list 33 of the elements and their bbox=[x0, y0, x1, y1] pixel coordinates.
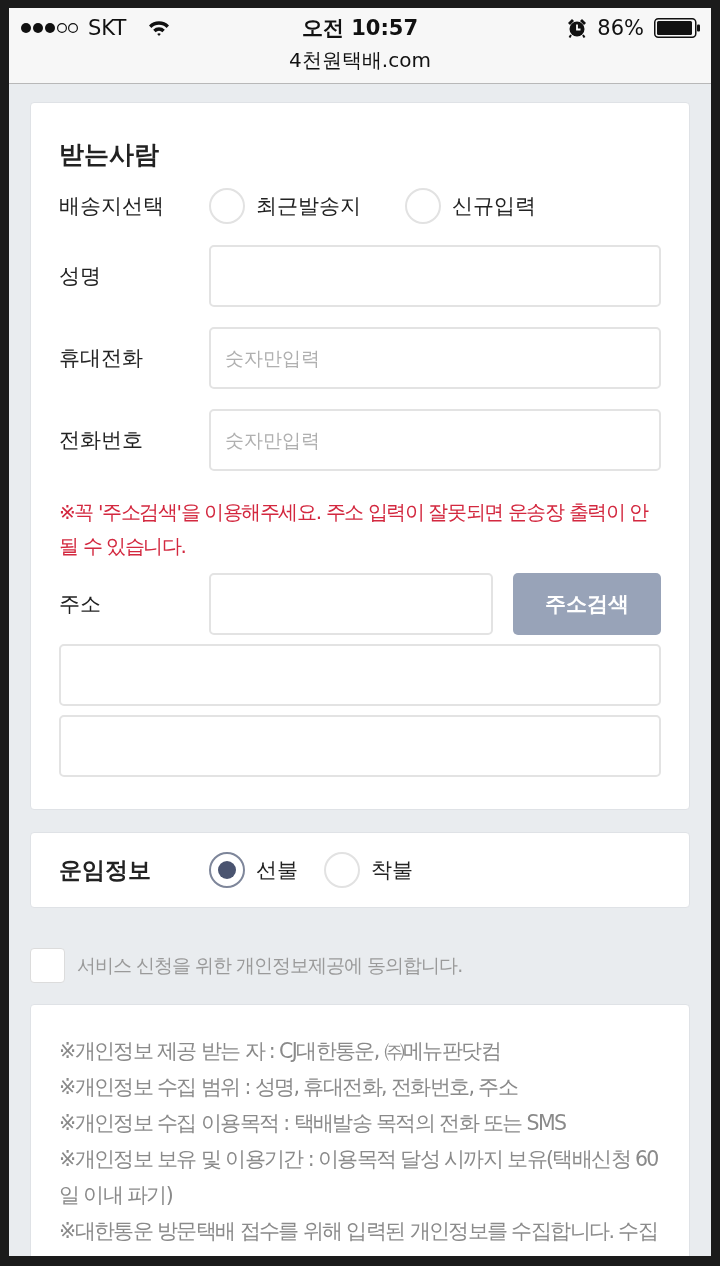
alarm-clock-icon bbox=[567, 18, 588, 38]
option-label[interactable]: 착불 bbox=[371, 856, 413, 884]
field-label: 성명 bbox=[59, 263, 102, 290]
input-field[interactable] bbox=[209, 245, 661, 307]
input-field[interactable] bbox=[209, 573, 493, 635]
input-field[interactable]: 숫자만입력 bbox=[209, 409, 661, 471]
notice-text: ※개인정보 제공 받는 자 : CJ대한통운, ㈜메뉴판닷컴 bbox=[59, 1038, 502, 1065]
option-label[interactable]: 최근발송지 bbox=[256, 192, 361, 220]
input-field[interactable] bbox=[59, 644, 661, 706]
input-field[interactable] bbox=[59, 715, 661, 777]
input-field[interactable]: 숫자만입력 bbox=[209, 327, 661, 389]
notice-text: ※개인정보 수집 범위 : 성명, 휴대전화, 전화번호, 주소 bbox=[59, 1074, 519, 1101]
notice-text: ※대한통운 방문택배 접수를 위해 입력된 개인정보를 수집합니다. 수집 bbox=[59, 1218, 659, 1245]
signal-icon bbox=[20, 22, 78, 34]
field-label: 전화번호 bbox=[59, 427, 144, 454]
option-label[interactable]: 신규입력 bbox=[452, 192, 536, 220]
section-title: 받는사람 bbox=[59, 139, 160, 171]
wifi-icon bbox=[148, 20, 171, 36]
field-label: 주소 bbox=[59, 591, 102, 618]
battery-icon bbox=[654, 18, 700, 38]
carrier-name: SKT bbox=[88, 16, 127, 40]
field-label: 배송지선택 bbox=[59, 193, 165, 220]
status-time: 오전 10:57 bbox=[301, 15, 419, 42]
notice-text: ※개인정보 보유 및 이용기간 : 이용목적 달성 시까지 보유(택배신청 60일 이내 파기) bbox=[59, 1146, 659, 1209]
checkbox[interactable] bbox=[30, 948, 65, 983]
warning-text: ※꼭 '주소검색'을 이용해주세요. 주소 입력이 잘못되면 운송장 출력이 안 될 수 있습니다. bbox=[59, 499, 650, 560]
notice-text: ※개인정보 수집 이용목적 : 택배발송 목적의 전화 또는 SMS bbox=[59, 1110, 567, 1137]
page-url: 4천원택배.com bbox=[288, 48, 432, 72]
option-label[interactable]: 선불 bbox=[256, 856, 298, 884]
field-label: 휴대전화 bbox=[59, 345, 144, 372]
section-title: 운임정보 bbox=[59, 855, 152, 885]
battery-percent: 86% bbox=[597, 16, 644, 40]
radio-button[interactable] bbox=[209, 852, 245, 888]
